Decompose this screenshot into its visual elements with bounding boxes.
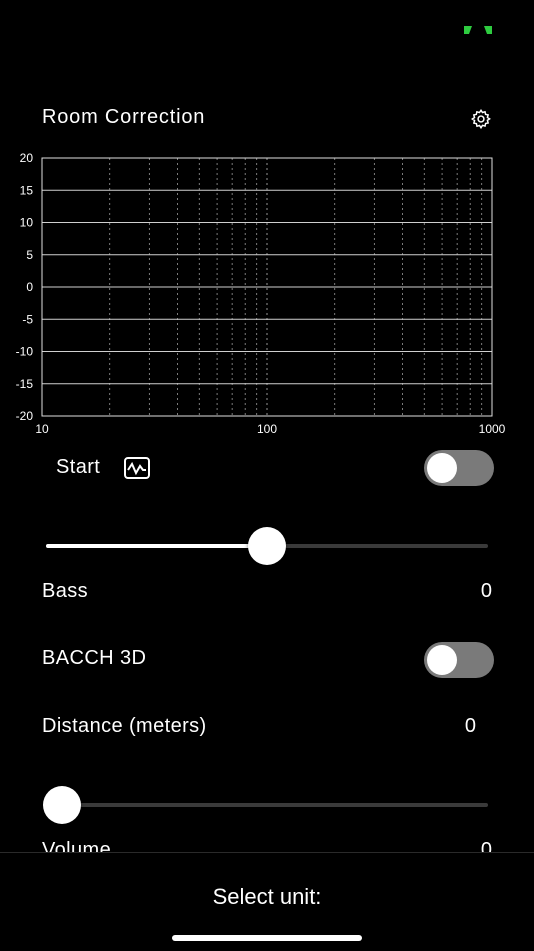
x-tick-label: 1000 xyxy=(479,422,506,436)
bass-slider-thumb[interactable] xyxy=(248,527,286,565)
x-tick-label: 100 xyxy=(257,422,277,436)
x-tick-label: 10 xyxy=(35,422,49,436)
start-label[interactable]: Start xyxy=(56,456,100,479)
gear-icon[interactable] xyxy=(470,108,492,130)
waveform-icon[interactable] xyxy=(123,456,151,480)
bass-label: Bass xyxy=(42,580,89,602)
y-tick-label: -10 xyxy=(16,345,34,359)
start-toggle[interactable] xyxy=(424,450,494,486)
page-title: Room Correction xyxy=(42,106,206,128)
home-indicator xyxy=(172,935,362,941)
distance-slider-thumb[interactable] xyxy=(43,786,81,824)
y-tick-label: 10 xyxy=(20,216,34,230)
y-tick-label: 0 xyxy=(26,280,33,294)
y-tick-label: 20 xyxy=(20,151,34,165)
bass-value: 0 xyxy=(480,580,492,602)
y-tick-label: -5 xyxy=(22,312,33,326)
y-tick-label: -20 xyxy=(16,409,34,423)
battery-charging-icon xyxy=(464,26,492,34)
distance-label: Distance (meters) xyxy=(42,715,207,737)
y-tick-label: 15 xyxy=(20,183,34,197)
select-unit-button[interactable]: Select unit: xyxy=(0,884,534,910)
bass-slider-fill xyxy=(46,544,267,548)
y-tick-label: 5 xyxy=(26,248,33,262)
toggle-knob xyxy=(427,645,457,675)
y-tick-label: -15 xyxy=(16,377,34,391)
frequency-response-chart: 20151050-5-10-15-2010 100 1000 xyxy=(16,151,506,436)
distance-slider[interactable] xyxy=(46,803,488,807)
bacch-3d-label: BACCH 3D xyxy=(42,647,147,669)
bacch-3d-toggle[interactable] xyxy=(424,642,494,678)
toggle-knob xyxy=(427,453,457,483)
distance-value: 0 xyxy=(464,715,476,737)
